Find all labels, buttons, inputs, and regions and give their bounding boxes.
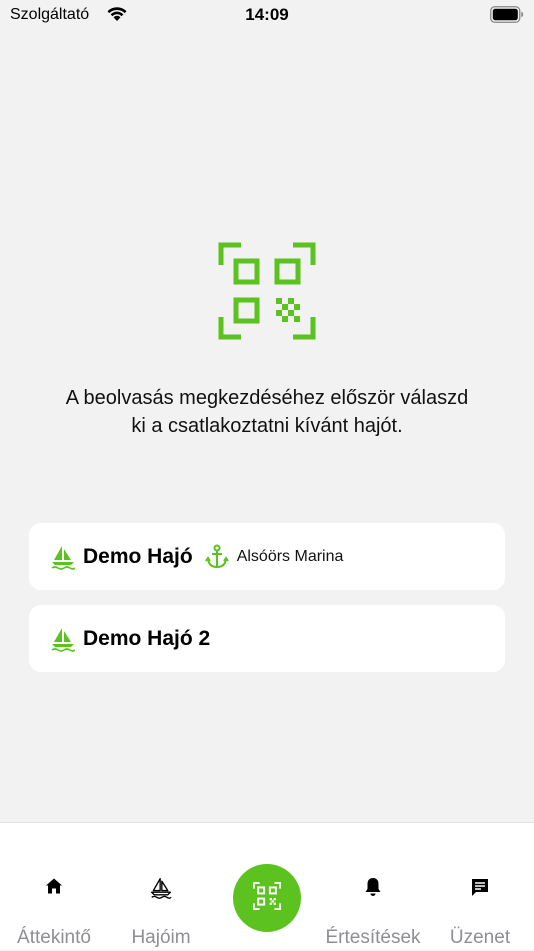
home-icon bbox=[45, 877, 63, 900]
clock: 14:09 bbox=[245, 5, 289, 24]
tab-my-boats[interactable]: Hajóim bbox=[108, 823, 214, 951]
qr-scan-icon bbox=[252, 881, 282, 915]
tab-label: Értesítések bbox=[325, 927, 421, 948]
message-icon bbox=[470, 877, 490, 902]
anchor-icon bbox=[204, 544, 229, 570]
marina-name: Alsóörs Marina bbox=[236, 547, 344, 565]
status-bar: Szolgáltató 14:09 bbox=[0, 0, 534, 34]
boat-card[interactable]: Demo Hajó Alsóörs Marina bbox=[29, 523, 505, 590]
tab-label: Üzenet bbox=[449, 927, 511, 948]
tab-overview[interactable]: Áttekintő bbox=[0, 823, 108, 951]
tab-notifications[interactable]: Értesítések bbox=[320, 823, 426, 951]
boat-card[interactable]: Demo Hajó 2 bbox=[29, 605, 505, 672]
scan-button[interactable] bbox=[233, 864, 301, 932]
tab-label: Áttekintő bbox=[17, 927, 91, 948]
tab-messages[interactable]: Üzenet bbox=[426, 823, 534, 951]
sailboat-icon bbox=[51, 544, 76, 570]
boat-name: Demo Hajó 2 bbox=[83, 626, 211, 650]
battery-icon bbox=[490, 6, 524, 28]
sailboat-icon bbox=[51, 626, 76, 652]
bell-icon bbox=[364, 877, 382, 902]
scan-instruction-text: A beolvasás megkezdéséhez először válasz… bbox=[65, 387, 469, 437]
boat-name: Demo Hajó bbox=[83, 544, 193, 568]
qr-code-icon bbox=[218, 242, 316, 340]
tab-label: Hajóim bbox=[131, 927, 191, 948]
sailboat-icon bbox=[150, 877, 172, 904]
